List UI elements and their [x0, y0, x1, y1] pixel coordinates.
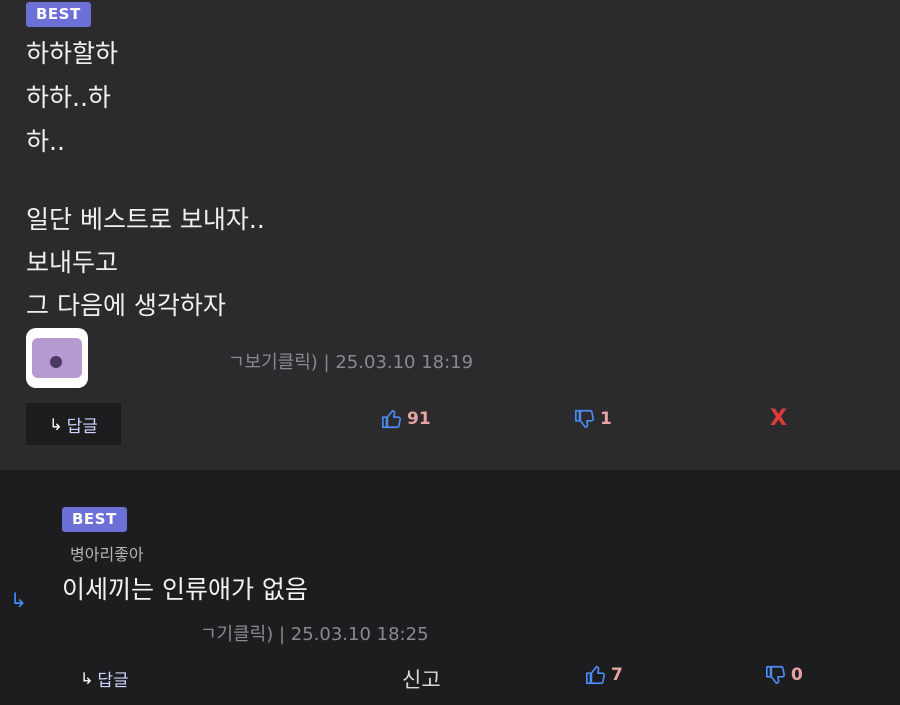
reply-arrow-icon: ↳	[49, 414, 63, 434]
comment-meta: ㄱ보기클릭) | 25.03.10 18:19	[228, 352, 474, 373]
comment-line-7: 그 다음에 생각하자	[26, 291, 226, 320]
best-comment: BEST 하하할하 하하..하 하.. 일단 베스트로 보내자.. 보내두고 그…	[0, 0, 900, 470]
redaction-scribble	[88, 336, 228, 382]
reply-arrow-icon: ↳	[80, 669, 94, 688]
comment-line-2: 하하..하	[26, 83, 111, 112]
upvote-button-2[interactable]: 7	[585, 664, 623, 686]
report-button[interactable]: 신고	[402, 664, 441, 694]
reply-text: 이세끼는 인류애가 없음	[62, 575, 308, 604]
upvote-button[interactable]: 91	[381, 408, 431, 430]
reply-button-2[interactable]: ↳ 답글	[80, 666, 129, 691]
reply-label-2: 답글	[97, 671, 129, 691]
redaction-scribble-reply	[30, 612, 200, 646]
delete-button[interactable]: X	[770, 406, 787, 431]
downvote-count-2: 0	[791, 665, 803, 685]
reply-button[interactable]: ↳ 답글	[26, 403, 121, 445]
best-badge: BEST	[26, 2, 91, 27]
avatar[interactable]	[26, 328, 88, 388]
avatar-image	[32, 338, 82, 378]
best-badge-reply: BEST	[62, 507, 127, 532]
thumbs-down-icon	[575, 409, 595, 429]
downvote-button[interactable]: 1	[574, 408, 612, 430]
comment-line-6: 보내두고	[26, 248, 119, 277]
reply-label: 답글	[66, 416, 98, 437]
downvote-count: 1	[600, 409, 612, 429]
reply-nickname[interactable]: 병아리좋아	[70, 541, 144, 565]
comment-line-1: 하하할하	[26, 39, 119, 68]
reply-meta: ㄱ기클릭) | 25.03.10 18:25	[200, 624, 429, 645]
comment-line-5: 일단 베스트로 보내자..	[26, 205, 265, 234]
thumbs-up-icon	[586, 665, 606, 685]
upvote-count: 91	[407, 409, 431, 429]
thumbs-up-icon	[382, 409, 402, 429]
reply-indicator-icon: ↳	[10, 588, 27, 612]
comment-line-3: 하..	[26, 127, 65, 156]
upvote-count-2: 7	[611, 665, 623, 685]
thumbs-down-icon	[766, 665, 786, 685]
downvote-button-2[interactable]: 0	[765, 664, 803, 686]
